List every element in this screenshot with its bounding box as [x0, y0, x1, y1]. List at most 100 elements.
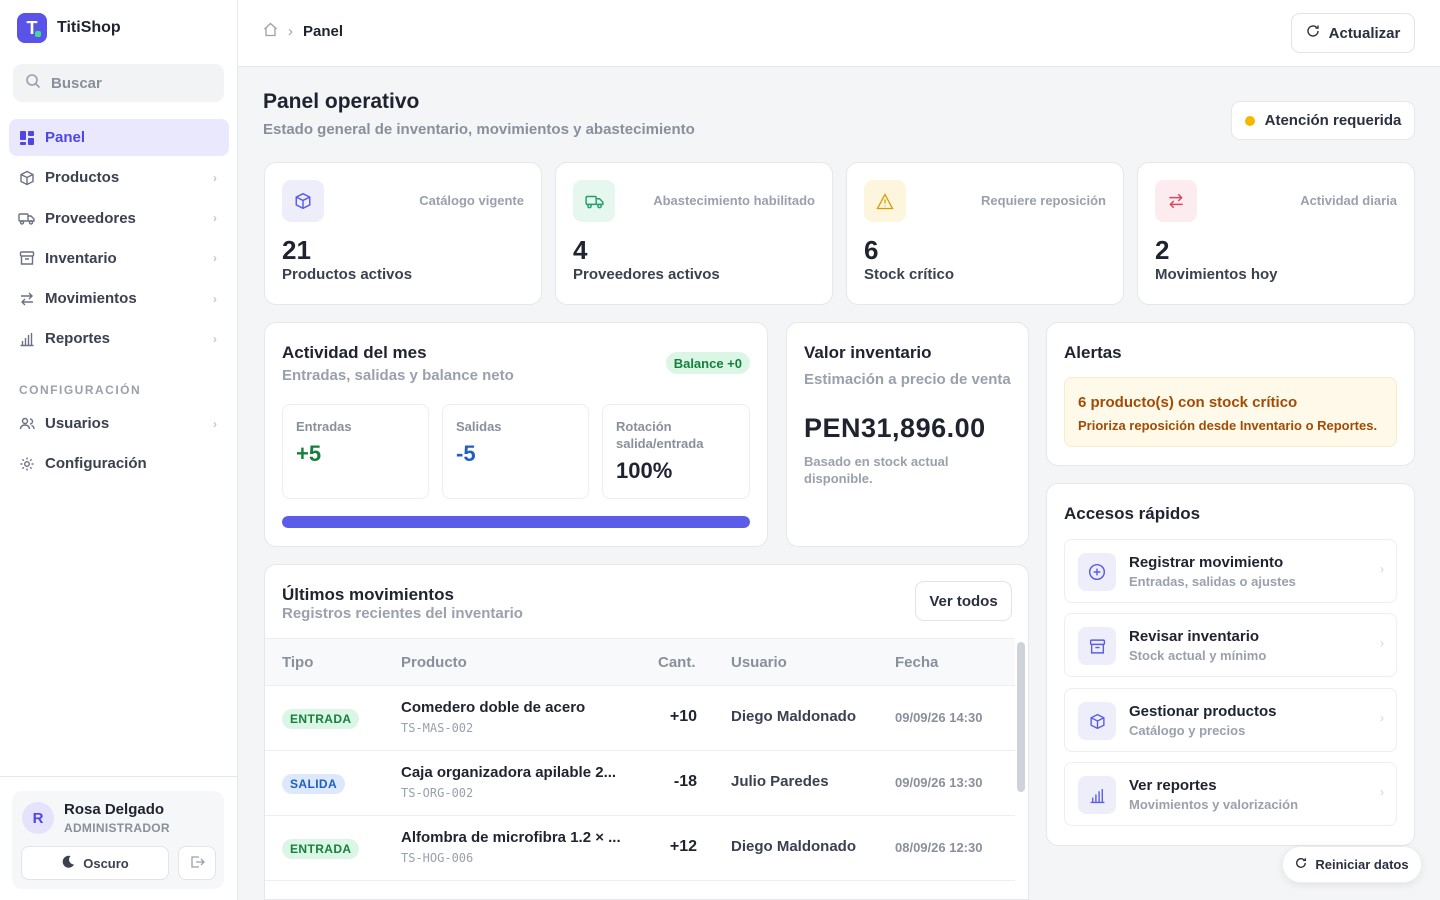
stat-value: 21: [282, 235, 311, 265]
sidebar-nav: Panel Productos › Proveedores › Inventar…: [9, 119, 229, 361]
entradas-box: Entradas +5: [282, 404, 429, 499]
inventory-value-title: Valor inventario: [804, 343, 932, 362]
salidas-box: Salidas -5: [442, 404, 589, 499]
home-icon[interactable]: [263, 22, 278, 41]
quick-item-gestionar-productos[interactable]: Gestionar productos Catálogo y precios ›: [1064, 688, 1397, 752]
search-icon: [25, 73, 41, 93]
plus-circle-icon: [1078, 553, 1116, 591]
gear-icon: [18, 455, 35, 472]
date: 09/09/26 14:30: [895, 710, 983, 725]
product-sku: TS-HOG-006: [401, 851, 474, 865]
user-panel: R Rosa Delgado ADMINISTRADOR Oscuro: [0, 776, 237, 900]
table-row[interactable]: SALIDA Caja organizadora apilable 2... T…: [265, 751, 1015, 816]
quick-access-card: Accesos rápidos Registrar movimiento Ent…: [1046, 483, 1415, 846]
sidebar-item-panel[interactable]: Panel: [9, 119, 229, 156]
table-row[interactable]: ENTRADA Alfombra de microfibra 1.2 × ...…: [265, 816, 1015, 881]
alerts-title: Alertas: [1064, 343, 1122, 362]
table-row[interactable]: ENTRADA Comedero doble de acero TS-MAS-0…: [265, 686, 1015, 751]
refresh-label: Actualizar: [1328, 24, 1401, 42]
sidebar-item-reportes[interactable]: Reportes ›: [9, 320, 229, 357]
sidebar-item-label: Usuarios: [45, 415, 110, 432]
alert-stock-critical[interactable]: 6 producto(s) con stock crítico Prioriza…: [1064, 377, 1397, 447]
product-name: Caja organizadora apilable 2...: [401, 764, 617, 781]
config-nav: Usuarios › Configuración: [9, 405, 229, 486]
chevron-right-icon: ›: [213, 331, 217, 346]
product-name: Alfombra de microfibra 1.2 × ...: [401, 829, 621, 846]
chart-icon: [1078, 776, 1116, 814]
movements-subtitle: Registros recientes del inventario: [282, 605, 523, 622]
search-input[interactable]: Buscar: [13, 64, 224, 102]
sidebar-item-configuracion[interactable]: Configuración: [9, 445, 229, 482]
stat-card-proveedores[interactable]: Abastecimiento habilitado 4 Proveedores …: [555, 162, 833, 305]
column-header-producto[interactable]: Producto: [401, 654, 467, 671]
sidebar-item-label: Inventario: [45, 249, 117, 267]
stat-caption: Catálogo vigente: [419, 193, 524, 208]
brand[interactable]: T TitiShop: [17, 13, 121, 43]
alert-title: 6 producto(s) con stock crítico: [1078, 394, 1298, 411]
column-header-usuario[interactable]: Usuario: [731, 654, 787, 671]
reset-data-label: Reiniciar datos: [1315, 857, 1409, 872]
chevron-right-icon: ›: [1380, 636, 1384, 650]
page-title: Panel operativo: [263, 90, 420, 113]
quantity: -18: [673, 773, 697, 790]
quick-item-subtitle: Catálogo y precios: [1129, 723, 1246, 738]
stat-card-stock-critico[interactable]: Requiere reposición 6 Stock crítico: [846, 162, 1124, 305]
quantity: +12: [669, 838, 697, 855]
chevron-right-icon: ›: [1380, 562, 1384, 576]
date: 09/09/26 13:30: [895, 775, 983, 790]
archive-icon: [18, 250, 35, 267]
user-role: ADMINISTRADOR: [64, 821, 170, 835]
sidebar-item-inventario[interactable]: Inventario ›: [9, 240, 229, 277]
users-icon: [18, 415, 35, 432]
chevron-right-icon: ›: [213, 211, 217, 226]
topbar: › Panel Actualizar: [238, 0, 1440, 67]
rotacion-box: Rotación salida/entrada 100%: [602, 404, 750, 499]
user-card: R Rosa Delgado ADMINISTRADOR Oscuro: [12, 791, 224, 889]
activity-card: Actividad del mes Entradas, salidas y ba…: [264, 322, 768, 547]
column-header-fecha[interactable]: Fecha: [895, 654, 938, 671]
quick-item-title: Ver reportes: [1129, 777, 1217, 794]
activity-subtitle: Entradas, salidas y balance neto: [282, 367, 514, 384]
stat-value: 6: [864, 235, 879, 265]
quick-item-title: Revisar inventario: [1129, 628, 1260, 645]
breadcrumb-current: Panel: [303, 23, 344, 40]
chevron-right-icon: ›: [213, 416, 217, 431]
product-sku: TS-MAS-002: [401, 721, 474, 735]
stat-value: 2: [1155, 235, 1170, 265]
quick-item-registrar-movimiento[interactable]: Registrar movimiento Entradas, salidas o…: [1064, 539, 1397, 603]
user-name: Julio Paredes: [731, 773, 829, 790]
refresh-button[interactable]: Actualizar: [1291, 13, 1415, 53]
rotacion-label: Rotación salida/entrada: [616, 419, 704, 451]
see-all-button[interactable]: Ver todos: [915, 581, 1012, 621]
chart-icon: [18, 330, 35, 347]
theme-toggle-button[interactable]: Oscuro: [21, 846, 169, 880]
stat-card-movimientos[interactable]: Actividad diaria 2 Movimientos hoy: [1137, 162, 1415, 305]
chevron-right-icon: ›: [213, 291, 217, 306]
inventory-value-subtitle: Estimación a precio de venta: [804, 371, 1011, 388]
theme-toggle-label: Oscuro: [83, 855, 129, 871]
column-header-cantidad[interactable]: Cant.: [658, 654, 696, 671]
column-header-tipo[interactable]: Tipo: [282, 654, 313, 671]
quick-item-revisar-inventario[interactable]: Revisar inventario Stock actual y mínimo…: [1064, 613, 1397, 677]
grid-icon: [18, 129, 35, 146]
status-dot-icon: [1244, 115, 1255, 126]
stat-caption: Requiere reposición: [981, 193, 1106, 208]
stat-card-productos[interactable]: Catálogo vigente 21 Productos activos: [264, 162, 542, 305]
logout-button[interactable]: [178, 846, 216, 880]
archive-icon: [1078, 627, 1116, 665]
sidebar-item-usuarios[interactable]: Usuarios ›: [9, 405, 229, 442]
table-scrollbar[interactable]: [1017, 642, 1025, 792]
sidebar-item-movimientos[interactable]: Movimientos ›: [9, 280, 229, 317]
sidebar-item-proveedores[interactable]: Proveedores ›: [9, 200, 229, 237]
attention-badge[interactable]: Atención requerida: [1231, 101, 1415, 140]
stat-label: Movimientos hoy: [1155, 266, 1278, 283]
brand-logo: T: [17, 13, 47, 43]
reset-data-button[interactable]: Reiniciar datos: [1282, 846, 1422, 883]
activity-progress-fill: [282, 516, 750, 528]
chevron-right-icon: ›: [213, 170, 217, 185]
config-section-title: CONFIGURACIÓN: [19, 383, 142, 397]
avatar[interactable]: R: [22, 802, 54, 834]
quick-item-ver-reportes[interactable]: Ver reportes Movimientos y valorización …: [1064, 762, 1397, 826]
type-badge: ENTRADA: [282, 839, 360, 859]
sidebar-item-productos[interactable]: Productos ›: [9, 159, 229, 196]
